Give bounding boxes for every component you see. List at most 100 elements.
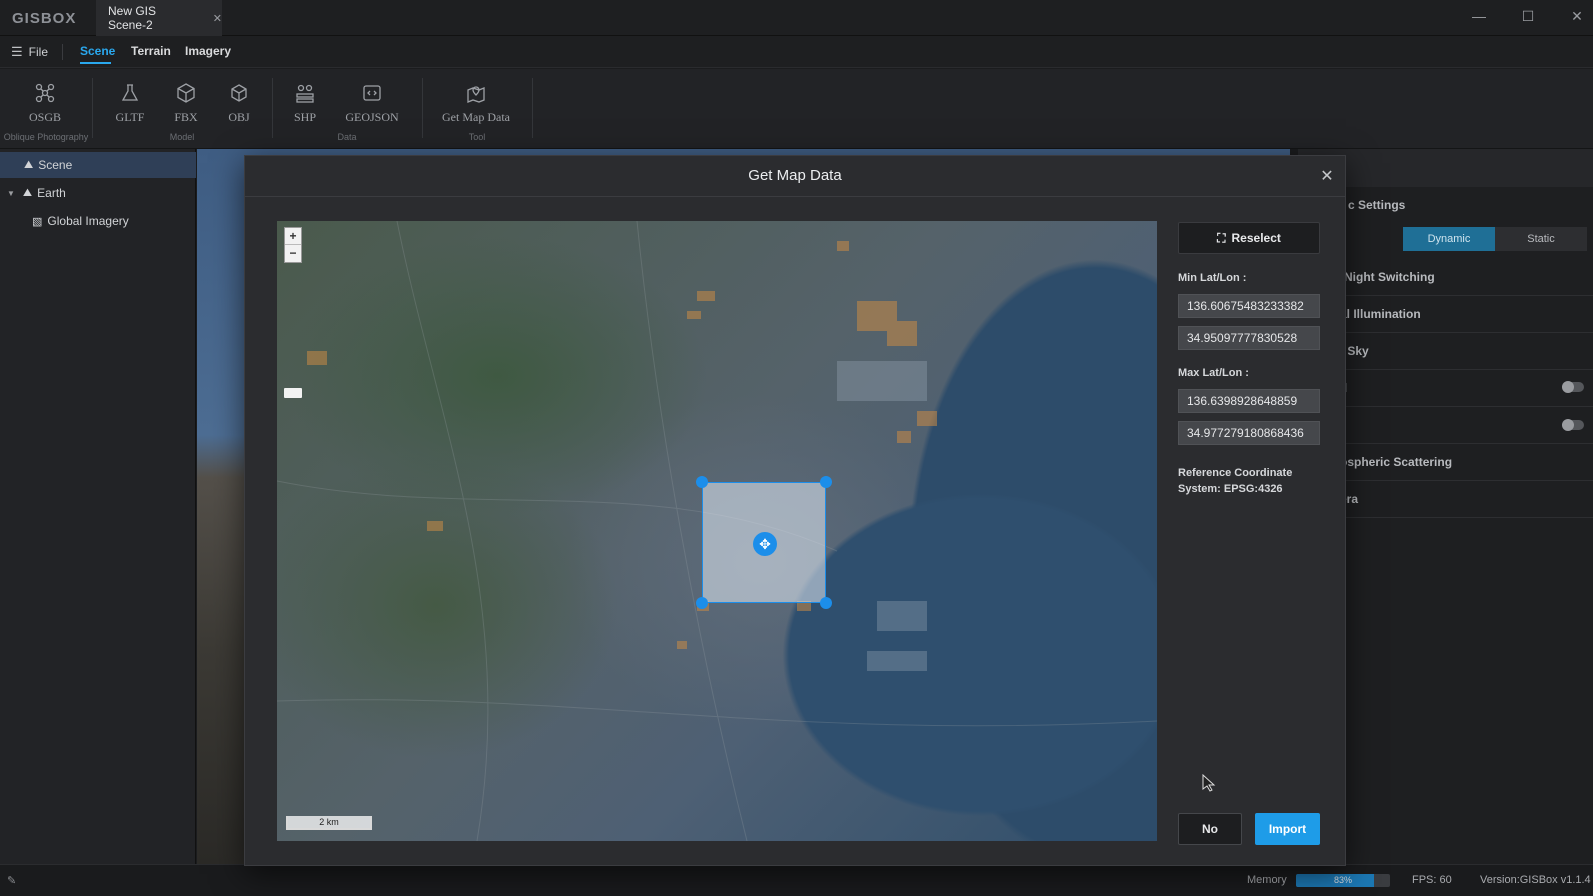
- dynamic-option[interactable]: Dynamic: [1403, 227, 1495, 251]
- zoom-out-button[interactable]: −: [285, 245, 301, 262]
- file-menu[interactable]: ☰ File: [11, 44, 48, 60]
- code-icon: [363, 85, 381, 101]
- geojson-label: GEOJSON: [345, 110, 399, 124]
- fps-readout: FPS: 60: [1412, 874, 1452, 886]
- max-lat-input[interactable]: [1178, 421, 1320, 445]
- settings-row-illumination[interactable]: al Illumination: [1340, 296, 1593, 333]
- document-tab-title: New GIS Scene-2: [108, 4, 157, 32]
- osgb-label: OSGB: [28, 110, 61, 124]
- ribbon-separator: [272, 78, 273, 138]
- fbx-button[interactable]: FBX: [166, 82, 206, 125]
- select-area-icon: ⛶: [1217, 230, 1226, 245]
- mountain-icon: ⛰: [24, 158, 34, 171]
- resize-handle-top-right[interactable]: [820, 476, 832, 488]
- move-icon[interactable]: ✥: [753, 532, 777, 556]
- maximize-icon[interactable]: ☐: [1516, 8, 1540, 28]
- max-lon-input[interactable]: [1178, 389, 1320, 413]
- resize-handle-bottom-right[interactable]: [820, 597, 832, 609]
- menu-bar: [0, 36, 1593, 68]
- close-tab-icon[interactable]: ✕: [213, 12, 222, 25]
- tab-scene[interactable]: Scene: [80, 44, 115, 58]
- chevron-down-icon: ▼: [7, 188, 15, 198]
- box-icon: [231, 84, 247, 102]
- gltf-label: GLTF: [115, 110, 145, 124]
- tree-item-earth-label: Earth: [37, 186, 66, 200]
- reference-coordinate-note: Reference Coordinate System: EPSG:4326: [1178, 467, 1293, 495]
- resize-handle-top-left[interactable]: [696, 476, 708, 488]
- layers-icon: [296, 84, 314, 103]
- settings-title: c Settings: [1348, 198, 1406, 212]
- ribbon-separator: [92, 78, 93, 138]
- settings-row-toggle-2[interactable]: [1340, 407, 1593, 444]
- map-pin-icon: [467, 86, 485, 103]
- mountain-icon: ⛰: [22, 186, 33, 199]
- minimize-icon[interactable]: —: [1467, 8, 1491, 28]
- reselect-label: Reselect: [1231, 231, 1281, 245]
- reselect-button[interactable]: ⛶ Reselect: [1178, 222, 1320, 254]
- app-logo: GISBOX: [12, 10, 77, 27]
- toggle-switch[interactable]: [1562, 381, 1584, 393]
- tab-imagery[interactable]: Imagery: [185, 44, 231, 58]
- map-zoom-control: + −: [284, 227, 302, 263]
- min-lat-input[interactable]: [1178, 326, 1320, 350]
- settings-row-toggle-1[interactable]: d: [1340, 370, 1593, 407]
- active-tab-underline: [80, 62, 111, 64]
- toggle-switch[interactable]: [1562, 419, 1584, 431]
- group-data: Data: [337, 132, 357, 142]
- map-scale-bar: 2 km: [286, 816, 372, 830]
- close-window-icon[interactable]: ✕: [1565, 8, 1589, 28]
- hamburger-icon: ☰: [11, 44, 23, 59]
- get-map-data-label: Get Map Data: [442, 110, 510, 124]
- memory-label: Memory: [1247, 874, 1287, 886]
- shp-button[interactable]: SHP: [285, 82, 325, 125]
- tree-item-scene[interactable]: ⛰ Scene: [0, 152, 196, 178]
- tree-item-global-imagery[interactable]: ▧ Global Imagery: [0, 208, 196, 234]
- obj-button[interactable]: OBJ: [219, 82, 259, 125]
- ribbon-separator: [532, 78, 533, 138]
- network-icon: [35, 83, 55, 103]
- ribbon-separator: [422, 78, 423, 138]
- map-zoom-slider-handle[interactable]: [284, 388, 302, 398]
- settings-row-scattering[interactable]: ospheric Scattering: [1340, 444, 1593, 481]
- group-model: Model: [169, 132, 195, 142]
- fbx-label: FBX: [174, 110, 198, 124]
- version-label: Version:GISBox v1.1.4: [1480, 874, 1591, 886]
- edit-icon[interactable]: ✎: [7, 874, 16, 887]
- memory-bar: 83%: [1296, 874, 1390, 887]
- osgb-button[interactable]: OSGB: [25, 82, 65, 125]
- file-menu-label: File: [28, 45, 48, 59]
- dialog-title: Get Map Data: [748, 167, 842, 184]
- shp-label: SHP: [293, 110, 316, 124]
- image-icon: ▧: [32, 215, 43, 228]
- gltf-button[interactable]: GLTF: [110, 82, 150, 125]
- tree-item-earth[interactable]: ▼ ⛰ Earth: [0, 180, 196, 206]
- settings-row-sky[interactable]: t Sky: [1340, 333, 1593, 370]
- geojson-button[interactable]: GEOJSON: [342, 82, 402, 125]
- flask-icon: [121, 84, 139, 101]
- max-lat-lon-label: Max Lat/Lon :: [1178, 367, 1249, 379]
- zoom-in-button[interactable]: +: [285, 228, 301, 245]
- memory-value: 83%: [1333, 875, 1352, 885]
- tab-terrain[interactable]: Terrain: [131, 44, 171, 58]
- tree-item-scene-label: Scene: [38, 158, 73, 172]
- group-tool: Tool: [468, 132, 486, 142]
- document-tab[interactable]: New GIS Scene-2 ✕: [96, 0, 222, 36]
- static-option[interactable]: Static: [1495, 227, 1587, 251]
- tree-item-global-imagery-label: Global Imagery: [47, 214, 129, 228]
- menu-divider: [62, 44, 63, 60]
- title-bar: [0, 0, 1593, 36]
- min-lat-lon-label: Min Lat/Lon :: [1178, 272, 1247, 284]
- settings-row-day-night[interactable]: -Night Switching: [1340, 259, 1593, 296]
- obj-label: OBJ: [228, 110, 250, 124]
- mouse-cursor-icon: [1202, 774, 1216, 792]
- scene-tree-panel: [0, 149, 196, 864]
- settings-row-camera[interactable]: era: [1340, 481, 1593, 518]
- min-lon-input[interactable]: [1178, 294, 1320, 318]
- close-icon[interactable]: ✕: [1318, 166, 1336, 185]
- no-button[interactable]: No: [1178, 813, 1242, 845]
- cube-icon: [177, 83, 195, 103]
- group-oblique-photography: Oblique Photography: [3, 132, 89, 142]
- resize-handle-bottom-left[interactable]: [696, 597, 708, 609]
- import-button[interactable]: Import: [1255, 813, 1320, 845]
- get-map-data-button[interactable]: Get Map Data: [436, 82, 516, 125]
